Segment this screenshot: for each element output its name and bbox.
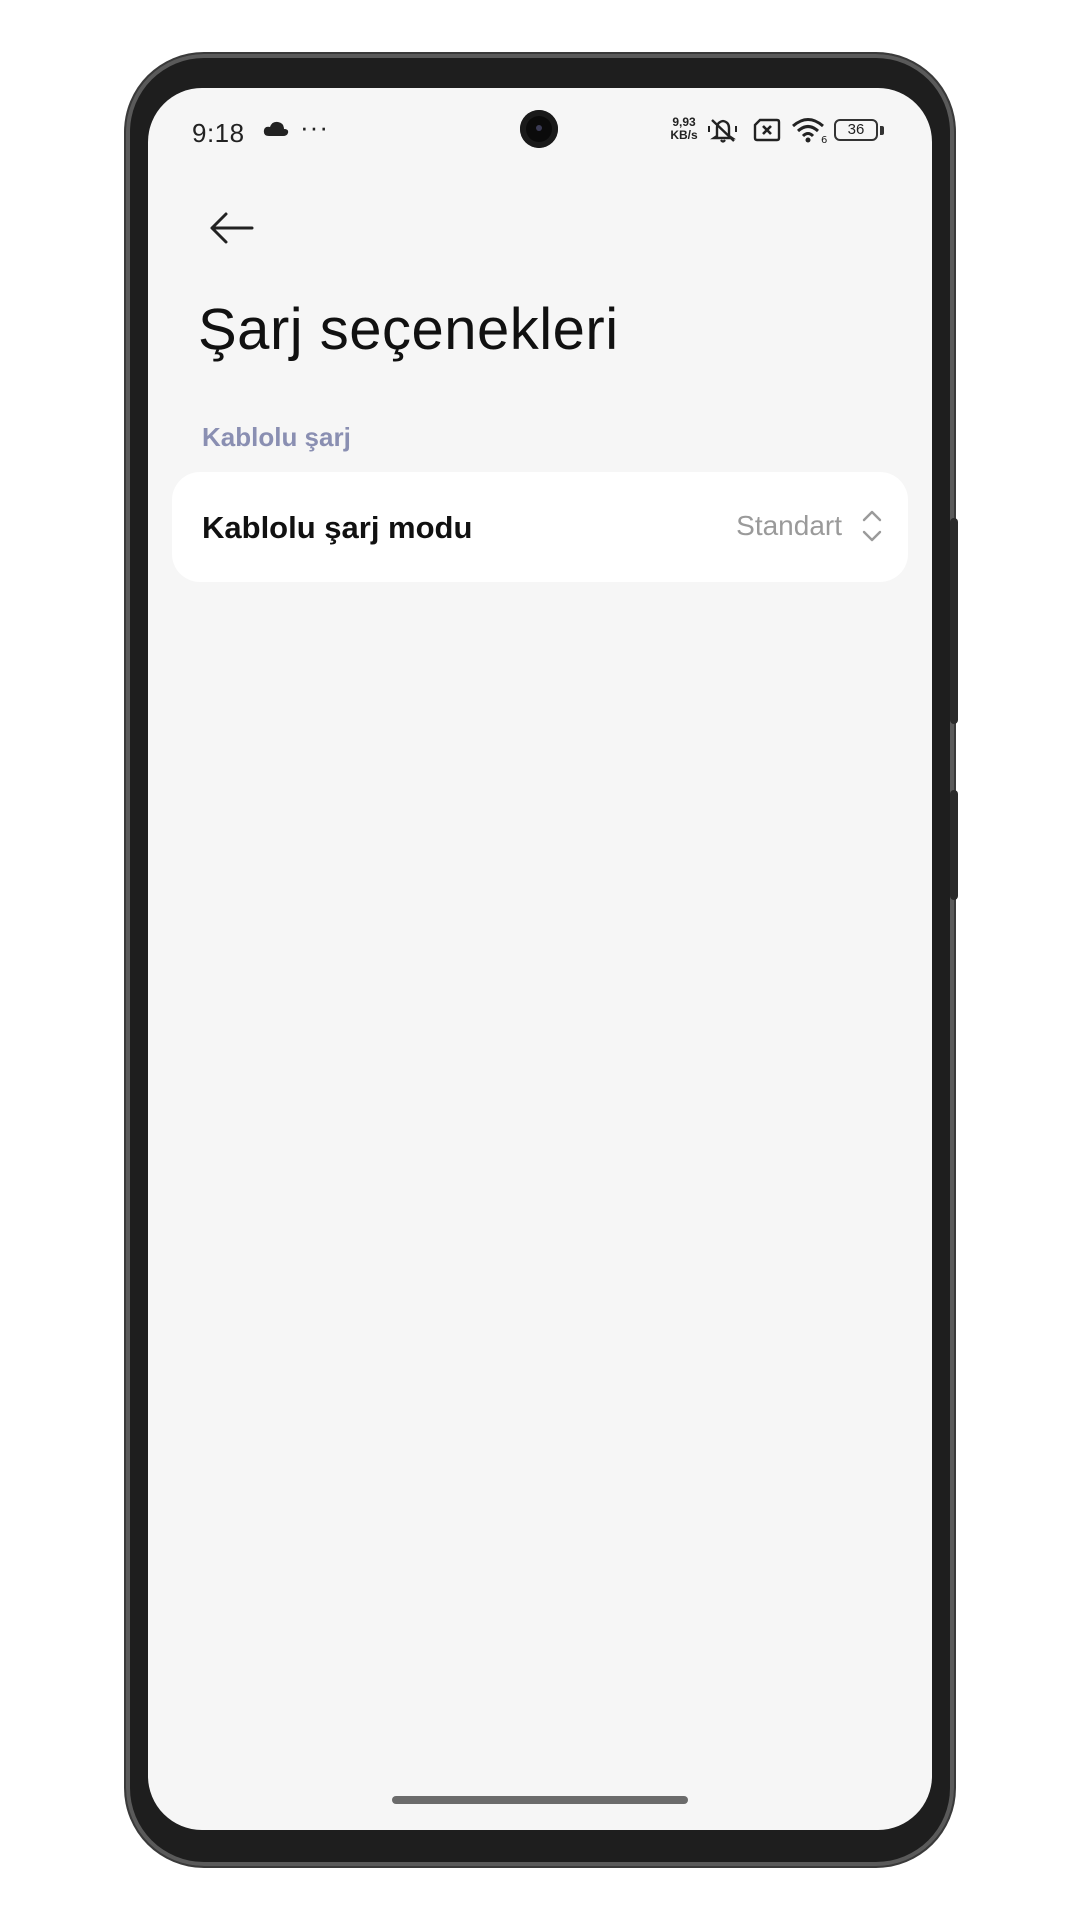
network-speed-unit: KB/s [670,128,698,142]
svg-text:6: 6 [821,135,827,144]
cloud-icon [262,118,290,146]
front-camera [520,110,558,148]
power-button [950,790,958,900]
volume-button [950,518,958,724]
status-bar: 9:18 ··· 9,93 KB/s 6 36 [148,88,932,172]
network-speed: 9,93 KB/s [666,116,702,142]
battery-cap [880,126,884,135]
setting-value: Standart [736,510,842,541]
status-time: 9:18 [192,118,245,148]
phone-screen: 9:18 ··· 9,93 KB/s 6 36 Şarj seçenekleri… [148,88,932,1830]
more-dots-icon: ··· [300,112,329,142]
no-sim-icon [752,116,782,149]
setting-label: Kablolu şarj modu [202,510,473,545]
setting-row-wired-charging-mode[interactable]: Kablolu şarj modu Standart [172,472,908,582]
updown-chevron-icon [862,510,882,542]
home-indicator[interactable] [392,1796,688,1804]
page-title: Şarj seçenekleri [198,297,619,362]
wifi-icon: 6 [790,116,830,149]
battery-level: 36 [847,121,865,138]
section-header: Kablolu şarj [202,422,351,452]
battery-icon: 36 [834,119,878,141]
arrow-left-icon [210,212,254,244]
mute-icon [706,116,740,149]
back-button[interactable] [202,198,262,258]
